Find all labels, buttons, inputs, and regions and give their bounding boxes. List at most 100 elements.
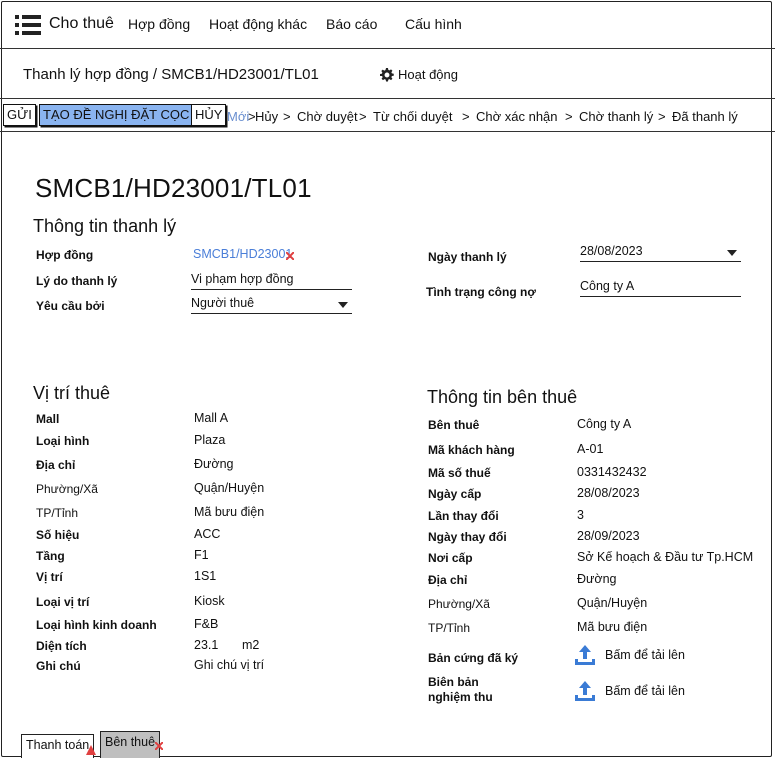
stage-pending-confirmation[interactable]: Chờ xác nhận [476,109,558,124]
warning-flag-icon [155,742,163,750]
chevron-down-icon [338,302,348,308]
contract-link[interactable]: SMCB1/HD23001 [193,247,292,261]
location-value: Mã bưu điện [194,505,265,519]
tenant-label: TP/Tỉnh [428,621,471,635]
location-label: Ghi chú [36,659,81,673]
location-label: Loại hình kinh doanh [36,618,157,632]
stage-pending-liquidation[interactable]: Chờ thanh lý [579,109,653,124]
location-value: 1S1 [194,569,217,583]
location-label: Địa chỉ [36,458,76,472]
tenant-label: Ngày thay đổi [428,530,507,544]
stage-liquidated[interactable]: Đã thanh lý [672,109,738,124]
tenant-value: 28/08/2023 [577,486,640,500]
nav-other-activities[interactable]: Hoạt động khác [209,16,307,32]
stage-rejected[interactable]: Từ chối duyệt [373,109,453,124]
nav-contracts[interactable]: Hợp đồng [128,16,190,32]
location-label: Mall [36,412,60,426]
location-value: Đường [194,457,234,471]
location-value: Plaza [194,433,226,447]
tab-tenant-label: Bên thuê [105,735,156,749]
location-label: Số hiệu [36,528,80,542]
tenant-label: Phường/Xã [428,597,490,611]
breadcrumb-bar: Thanh lý hợp đồng / SMCB1/HD23001/TL01 H… [0,48,775,99]
signed-copy-label: Bản cứng đã ký [428,651,519,665]
nav-reports[interactable]: Báo cáo [326,16,377,32]
tab-payment[interactable]: Thanh toán [21,734,95,758]
gear-icon [380,67,394,81]
send-button[interactable]: GỬI [3,104,36,126]
stage-pending-approval[interactable]: Chờ duyệt [297,109,358,124]
stage-new[interactable]: Mới [227,109,249,124]
tenant-label: Bên thuê [428,418,480,432]
warning-triangle-icon [86,745,96,755]
liquidation-heading: Thông tin thanh lý [33,216,177,236]
tab-payment-label: Thanh toán [26,738,90,752]
reason-input[interactable]: Vi phạm hợp đồng [191,272,352,290]
create-deposit-button[interactable]: TẠO ĐỀ NGHỊ ĐẶT CỌC [39,104,194,126]
stage-separator: > [359,109,367,124]
tenant-value: Công ty A [577,417,632,431]
activity-label: Hoạt động [398,67,458,82]
top-nav: Cho thuê Hợp đồng Hoạt động khác Báo cáo… [0,0,775,49]
tenant-label: Mã số thuế [428,466,491,480]
tenant-label: Ngày cấp [428,487,482,501]
chevron-down-icon [727,250,737,256]
acceptance-label-line2: nghiệm thu [428,690,493,704]
tenant-value: 3 [577,508,584,522]
location-value: Quận/Huyện [194,481,265,495]
stage-separator: > [565,109,573,124]
tenant-value: A-01 [577,442,604,456]
location-value: Mall A [194,411,229,425]
debt-status-input[interactable]: Công ty A [580,279,741,297]
stage-separator: > [658,109,666,124]
requested-by-select[interactable]: Người thuê [191,296,352,314]
tenant-value: Mã bưu điện [577,620,648,634]
tenant-value: Đường [577,572,617,586]
liquidation-date-select[interactable]: 28/08/2023 [580,244,741,262]
requested-by-label: Yêu cầu bởi [36,299,105,313]
location-value: ACC [194,527,221,541]
reason-label: Lý do thanh lý [36,274,118,288]
signed-copy-upload[interactable]: Bấm để tải lên [573,643,685,667]
location-value: F1 [194,548,209,562]
requested-by-value: Người thuê [191,296,255,310]
tenant-label: Địa chỉ [428,573,468,587]
acceptance-upload[interactable]: Bấm để tải lên [573,679,685,703]
upload-icon [575,645,595,665]
location-value: Kiosk [194,594,225,608]
tenant-value: Quận/Huyện [577,596,648,610]
location-label: Diện tích [36,639,87,653]
location-label: Phường/Xã [36,482,98,496]
tenant-label: Nơi cấp [428,551,473,565]
location-value: F&B [194,617,219,631]
upload-icon [575,681,595,701]
reason-value: Vi phạm hợp đồng [191,272,294,286]
page-title: SMCB1/HD23001/TL01 [35,173,312,203]
warning-flag-icon [286,252,294,260]
upload-text: Bấm để tải lên [605,684,685,698]
debt-status-value: Công ty A [580,279,635,293]
contract-label: Hợp đồng [36,248,94,262]
menu-icon[interactable] [15,15,41,35]
location-value: 23.1 [194,638,219,652]
location-heading: Vị trí thuê [33,383,111,403]
nav-settings[interactable]: Cấu hình [405,16,462,32]
breadcrumb[interactable]: Thanh lý hợp đồng / SMCB1/HD23001/TL01 [23,66,319,83]
location-label: Loại hình [36,434,90,448]
liquidation-date-value: 28/08/2023 [580,244,643,258]
tenant-value: Sở Kế hoạch & Đầu tư Tp.HCM [577,550,754,564]
app-brand[interactable]: Cho thuê [49,15,114,33]
tenant-value: 28/09/2023 [577,529,640,543]
acceptance-label-line1: Biên bản [428,675,479,689]
tab-tenant[interactable]: Bên thuê [100,731,161,758]
location-label: TP/Tỉnh [36,506,79,520]
location-value: Ghi chú vị trí [194,658,265,672]
cancel-button[interactable]: HỦY [191,104,227,126]
location-label: Loại vị trí [36,595,90,609]
area-unit: m2 [242,638,260,652]
liquidation-date-label: Ngày thanh lý [428,250,507,264]
stage-cancelled[interactable]: Hủy [255,109,278,124]
tenant-heading: Thông tin bên thuê [427,387,578,407]
upload-text: Bấm để tải lên [605,648,685,662]
activity-button[interactable]: Hoạt động [380,67,458,82]
